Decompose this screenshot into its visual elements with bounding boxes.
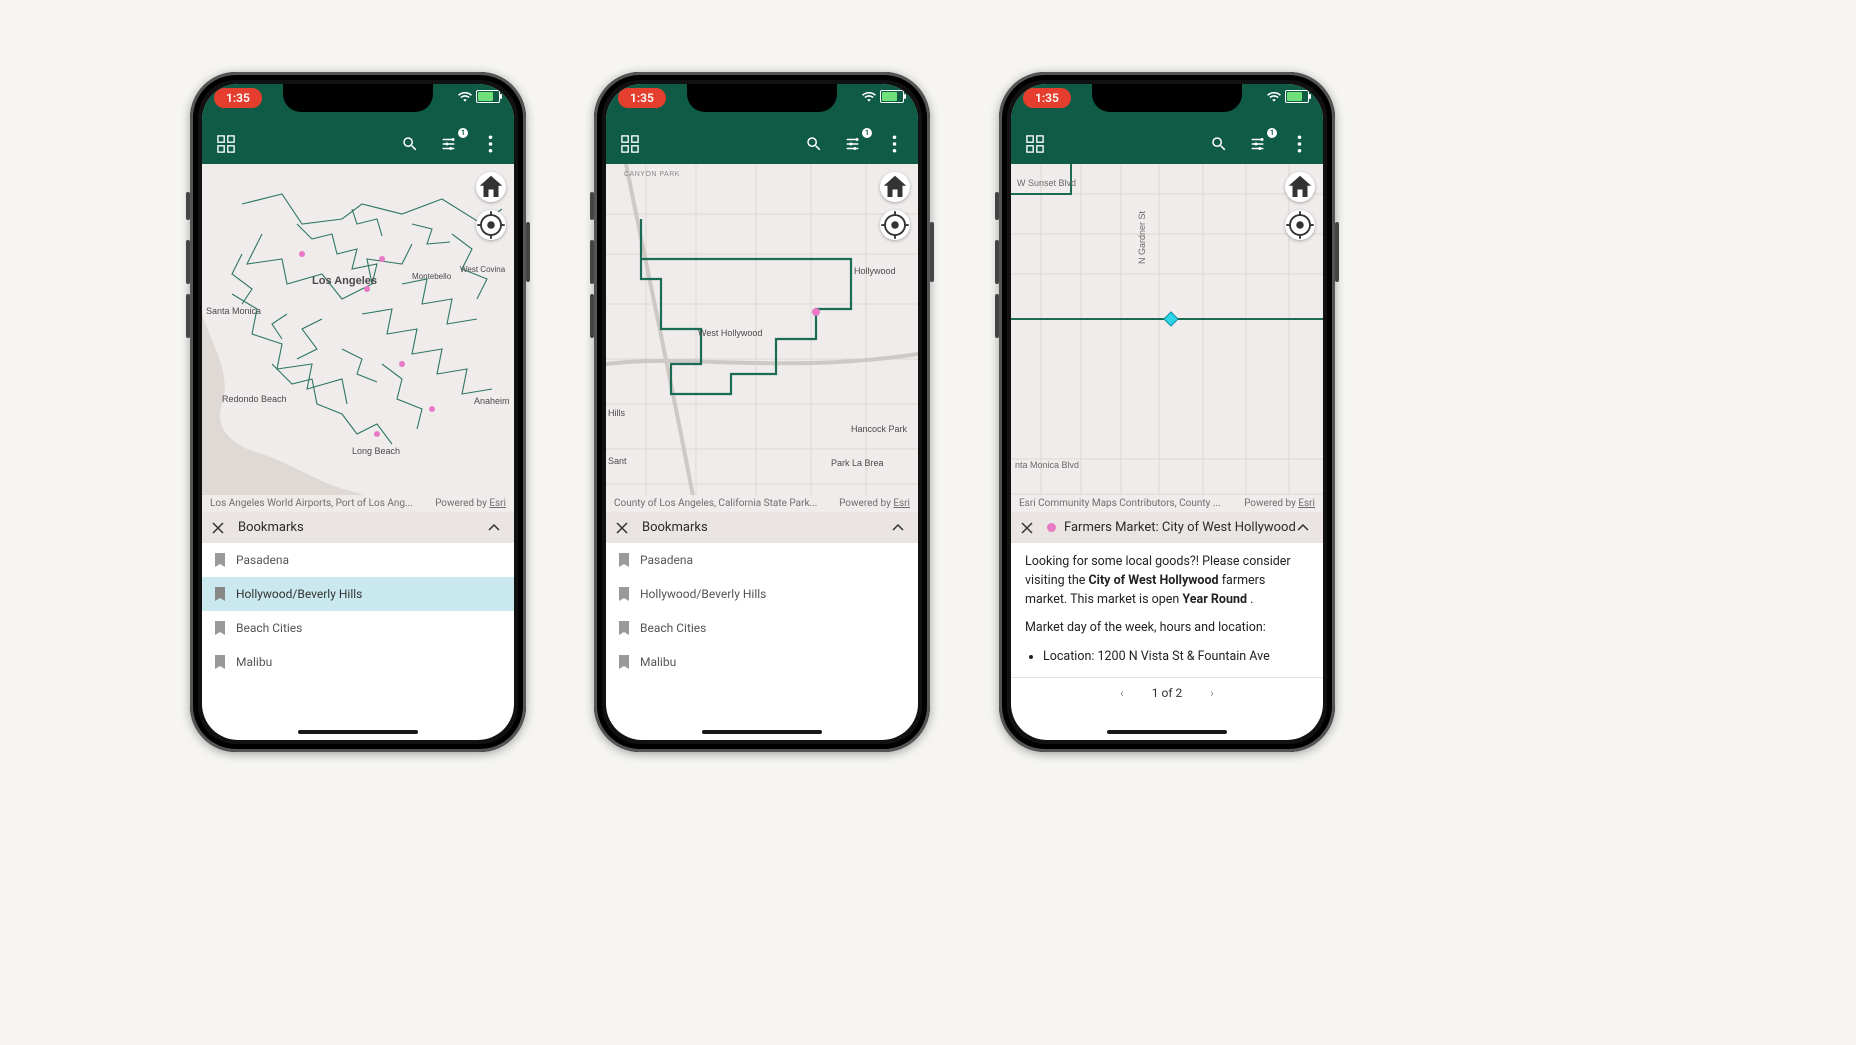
home-indicator (298, 730, 418, 734)
battery-icon (880, 90, 904, 103)
feature-detail-body: Looking for some local goods?! Please co… (1011, 543, 1323, 677)
svg-text:West Hollywood: West Hollywood (698, 328, 762, 338)
map-attribution: County of Los Angeles, California State … (606, 495, 918, 512)
map-attribution: Esri Community Maps Contributors, County… (1011, 495, 1323, 512)
svg-text:Hancock Park: Hancock Park (851, 424, 908, 434)
bookmark-item[interactable]: Pasadena (606, 543, 918, 577)
svg-text:Hills: Hills (608, 408, 625, 418)
map-label: Long Beach (352, 446, 400, 456)
chevron-up-icon[interactable] (488, 520, 504, 535)
search-icon[interactable] (1207, 132, 1231, 156)
status-bar: 1:35 (1011, 88, 1323, 112)
bookmarks-header[interactable]: Bookmarks (606, 512, 918, 543)
map-label: Los Angeles (312, 275, 377, 287)
map-home-button[interactable] (476, 172, 506, 202)
map-label: Anaheim (474, 396, 510, 406)
bookmark-item[interactable]: Hollywood/Beverly Hills (606, 577, 918, 611)
overflow-menu-icon[interactable] (882, 132, 906, 156)
svg-text:N Gardner St: N Gardner St (1137, 210, 1147, 264)
filter-icon[interactable]: 1 (438, 132, 462, 156)
map-label: West Covina (460, 265, 506, 274)
bookmarks-header[interactable]: Bookmarks (202, 512, 514, 543)
home-indicator (1107, 730, 1227, 734)
status-time: 1:35 (214, 88, 262, 108)
pager-prev[interactable]: ‹ (1120, 686, 1124, 700)
svg-text:Hollywood: Hollywood (854, 266, 896, 276)
map-home-button[interactable] (1285, 172, 1315, 202)
filter-badge: 1 (458, 128, 468, 138)
home-indicator (702, 730, 822, 734)
bookmark-item[interactable]: Beach Cities (202, 611, 514, 645)
wifi-icon (862, 92, 876, 102)
filter-icon[interactable]: 1 (1247, 132, 1271, 156)
panel-title: Farmers Market: City of West Hollywood (1064, 520, 1297, 535)
map-label: Montebello (412, 272, 452, 281)
feature-detail-header[interactable]: Farmers Market: City of West Hollywood (1011, 512, 1323, 543)
pager-label: 1 of 2 (1152, 686, 1182, 700)
bookmark-item[interactable]: Hollywood/Beverly Hills (202, 577, 514, 611)
battery-icon (1285, 90, 1309, 103)
feature-symbol-icon (1047, 523, 1056, 532)
close-icon[interactable] (1021, 522, 1037, 534)
overflow-menu-icon[interactable] (1287, 132, 1311, 156)
close-icon[interactable] (616, 522, 632, 534)
wifi-icon (458, 92, 472, 102)
bookmark-item[interactable]: Malibu (606, 645, 918, 679)
close-icon[interactable] (212, 522, 228, 534)
svg-text:nta Monica Blvd: nta Monica Blvd (1015, 460, 1079, 470)
wifi-icon (1267, 92, 1281, 102)
attribution-text: Los Angeles World Airports, Port of Los … (210, 498, 413, 509)
map-label: Santa Monica (206, 306, 261, 316)
apps-grid-icon[interactable] (1023, 132, 1047, 156)
panel-title: Bookmarks (238, 520, 488, 535)
svg-text:Park La Brea: Park La Brea (831, 458, 884, 468)
battery-icon (476, 90, 500, 103)
pager-next[interactable]: › (1210, 686, 1214, 700)
status-time: 1:35 (618, 88, 666, 108)
map-locate-button[interactable] (1285, 210, 1315, 240)
map-locate-button[interactable] (880, 210, 910, 240)
bookmark-item[interactable]: Malibu (202, 645, 514, 679)
status-bar: 1:35 (606, 88, 918, 112)
map-attribution: Los Angeles World Airports, Port of Los … (202, 495, 514, 512)
map-locate-button[interactable] (476, 210, 506, 240)
map-home-button[interactable] (880, 172, 910, 202)
bookmarks-list: Pasadena Hollywood/Beverly Hills Beach C… (202, 543, 514, 679)
search-icon[interactable] (398, 132, 422, 156)
feature-pager: ‹ 1 of 2 › (1011, 677, 1323, 708)
phone-mockup-2: 1:35 1 (594, 72, 930, 752)
bookmarks-list: Pasadena Hollywood/Beverly Hills Beach C… (606, 543, 918, 679)
bookmark-item[interactable]: Beach Cities (606, 611, 918, 645)
apps-grid-icon[interactable] (618, 132, 642, 156)
detail-location: Location: 1200 N Vista St & Fountain Ave (1043, 648, 1309, 667)
map-canvas[interactable]: CANYON PARK West Hollywood Hollywood Han… (606, 164, 918, 512)
chevron-up-icon[interactable] (892, 520, 908, 535)
search-icon[interactable] (802, 132, 826, 156)
map-canvas[interactable]: W Sunset Blvd N Gardner St nta Monica Bl… (1011, 164, 1323, 512)
filter-icon[interactable]: 1 (842, 132, 866, 156)
status-time: 1:35 (1023, 88, 1071, 108)
svg-text:CANYON PARK: CANYON PARK (624, 171, 680, 178)
svg-text:W Sunset Blvd: W Sunset Blvd (1017, 178, 1076, 188)
phone-mockup-1: 1:35 1 (190, 72, 526, 752)
map-canvas[interactable]: Los Angeles Santa Monica Redondo Beach L… (202, 164, 514, 512)
svg-text:Sant: Sant (608, 456, 627, 466)
detail-subhead: Market day of the week, hours and locati… (1025, 619, 1309, 638)
phone-mockup-3: 1:35 1 (999, 72, 1335, 752)
bookmark-item[interactable]: Pasadena (202, 543, 514, 577)
detail-intro: Looking for some local goods?! Please co… (1025, 553, 1309, 609)
status-bar: 1:35 (202, 88, 514, 112)
chevron-up-icon[interactable] (1297, 520, 1313, 535)
apps-grid-icon[interactable] (214, 132, 238, 156)
overflow-menu-icon[interactable] (478, 132, 502, 156)
map-label: Redondo Beach (222, 394, 287, 404)
